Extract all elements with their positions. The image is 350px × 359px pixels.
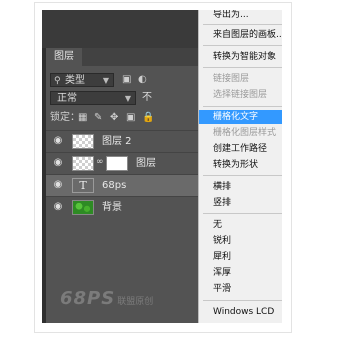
lock-paint-icon[interactable]: ✎ [94,111,102,125]
menu-item-windows-lcd[interactable]: Windows LCD [199,305,282,319]
menu-separator [203,175,282,176]
layer-thumbnail [72,200,94,215]
menu-item-select-linked-layers: 选择链接图层 [213,90,268,100]
tab-layers[interactable]: 图层 [46,48,82,66]
context-menu: 导出为... 来自图层的画板... 转换为智能对象 链接图层 选择链接图层 栅格… [198,10,282,323]
menu-separator [203,213,282,214]
menu-item-link-layers: 链接图层 [213,74,250,84]
lock-artboard-icon[interactable]: ▣ [126,111,135,125]
menu-item-antialias-sharp[interactable]: 锐利 [199,234,282,248]
menu-item-antialias-none[interactable]: 无 [199,218,282,232]
menu-item-create-work-path[interactable]: 创建工作路径 [199,142,282,156]
menu-item-antialias-strong[interactable]: 浑厚 [199,266,282,280]
layer-name: 图层 [136,158,156,169]
layer-thumbnail [72,134,94,149]
menu-separator [203,24,282,25]
layer-name: 图层 2 [102,136,132,147]
eye-icon[interactable]: ◉ [52,201,64,213]
search-icon: ⚲ [54,76,61,86]
menu-item-convert-smart-object[interactable]: 转换为智能对象 [199,50,282,64]
menu-item-antialias-smooth[interactable]: 平滑 [199,282,282,296]
menu-item-antialias-crisp[interactable]: 犀利 [199,250,282,264]
watermark-text: 联盟原创 [117,297,154,307]
blend-mode-value: 正常 [57,93,77,104]
lock-position-icon[interactable]: ✥ [110,111,118,125]
layer-name: 68ps [102,180,127,191]
blend-mode-dropdown[interactable]: 正常 ▼ [50,91,136,105]
menu-item-convert-to-shape[interactable]: 转换为形状 [199,158,282,172]
filter-adjustment-icon[interactable]: ◐ [138,73,147,87]
eye-icon[interactable]: ◉ [52,157,64,169]
menu-item-export-as[interactable]: 导出为... [199,10,282,22]
lock-all-icon[interactable]: 🔒 [142,111,154,125]
eye-icon[interactable]: ◉ [52,179,64,191]
menu-item-horizontal[interactable]: 横排 [199,180,282,194]
lock-transparent-icon[interactable]: ▦ [78,111,87,125]
eye-icon[interactable]: ◉ [52,135,64,147]
menu-separator [203,300,282,301]
layer-name: 背景 [102,202,122,213]
photoshop-window: 图层 ⚲ 类型 ▼ ▣ ◐ 正常 ▼ 不 锁定： ▦ ✎ ✥ ▣ 🔒 ◉ 图层 … [42,10,282,323]
menu-separator [203,106,282,107]
layer-thumbnail [72,156,94,171]
watermark-logo: 68PS [60,288,116,309]
layer-mask-thumbnail[interactable] [106,156,128,171]
filter-kind-dropdown[interactable]: ⚲ 类型 ▼ [50,73,114,87]
watermark: 68PS 联盟原创 [60,288,153,309]
chevron-down-icon: ▼ [102,76,109,85]
text-layer-thumbnail: T [72,178,94,193]
filter-kind-label: 类型 [65,75,85,86]
menu-item-artboard-from-layers[interactable]: 来自图层的画板... [199,28,282,42]
menu-separator [203,67,282,68]
filter-pixel-icon[interactable]: ▣ [122,73,131,87]
lock-label: 锁定： [50,112,80,123]
menu-item-rasterize-type[interactable]: 栅格化文字 [199,110,282,124]
chain-link-icon: ∞ [96,157,104,167]
menu-item-rasterize-layer-style: 栅格化图层样式 [213,128,277,138]
opacity-label: 不 [142,92,152,103]
chevron-down-icon: ▼ [124,94,131,103]
menu-separator [203,45,282,46]
menu-item-vertical[interactable]: 竖排 [199,196,282,210]
